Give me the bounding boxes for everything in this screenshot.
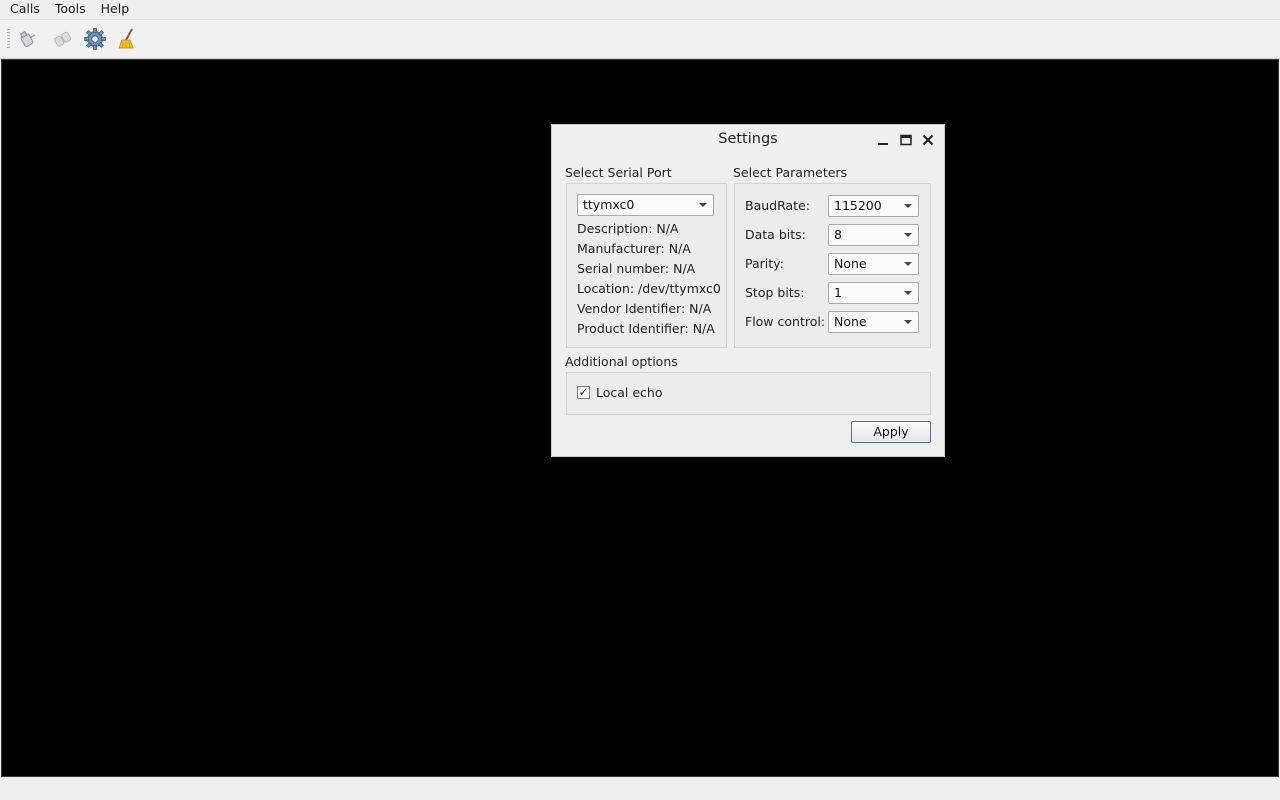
parity-label: Parity: xyxy=(745,256,784,271)
maximize-button[interactable] xyxy=(898,132,914,148)
port-description: Description: N/A xyxy=(577,221,679,236)
menu-help[interactable]: Help xyxy=(96,0,135,18)
toolbar-grip[interactable] xyxy=(7,29,10,49)
data-bits-select[interactable]: 8 xyxy=(828,224,919,246)
baudrate-label: BaudRate: xyxy=(745,198,810,213)
close-button[interactable] xyxy=(920,132,936,148)
chevron-down-icon xyxy=(904,262,912,266)
clear-button[interactable] xyxy=(114,25,142,53)
disconnect-icon xyxy=(54,31,72,47)
menu-tools[interactable]: Tools xyxy=(50,0,91,18)
port-product-id: Product Identifier: N/A xyxy=(577,321,715,336)
parity-select[interactable]: None xyxy=(828,253,919,275)
port-location: Location: /dev/ttymxc0 xyxy=(577,281,721,296)
serial-port-select-value: ttymxc0 xyxy=(583,197,635,212)
parity-value: None xyxy=(834,256,867,271)
flow-control-value: None xyxy=(834,314,867,329)
chevron-down-icon xyxy=(904,320,912,324)
data-bits-value: 8 xyxy=(834,227,842,242)
parameters-group-label: Select Parameters xyxy=(733,165,848,180)
stop-bits-label: Stop bits: xyxy=(745,285,805,300)
port-vendor-id: Vendor Identifier: N/A xyxy=(577,301,712,316)
local-echo-checkbox[interactable]: ✓ xyxy=(577,386,590,399)
clear-broom-icon xyxy=(118,28,134,49)
port-manufacturer: Manufacturer: N/A xyxy=(577,241,691,256)
local-echo-label[interactable]: Local echo xyxy=(596,385,663,400)
chevron-down-icon xyxy=(904,291,912,295)
baudrate-value: 115200 xyxy=(834,198,882,213)
maximize-icon xyxy=(900,134,912,146)
menu-bar: Calls Tools Help xyxy=(0,0,1280,18)
menu-calls[interactable]: Calls xyxy=(5,0,45,18)
connect-icon xyxy=(19,30,36,47)
settings-button[interactable] xyxy=(81,25,109,53)
toolbar xyxy=(0,19,1280,59)
chevron-down-icon xyxy=(904,204,912,208)
additional-options-label: Additional options xyxy=(565,354,678,369)
status-bar xyxy=(0,778,1280,800)
close-icon xyxy=(922,134,934,146)
minimize-icon xyxy=(878,143,888,145)
serial-port-select[interactable]: ttymxc0 xyxy=(577,194,714,216)
flow-control-select[interactable]: None xyxy=(828,311,919,333)
serial-port-group-label: Select Serial Port xyxy=(565,165,672,180)
baudrate-select[interactable]: 115200 xyxy=(828,195,919,217)
apply-button[interactable]: Apply xyxy=(851,421,931,443)
stop-bits-value: 1 xyxy=(834,285,842,300)
settings-gear-icon xyxy=(84,28,106,50)
connect-button[interactable] xyxy=(14,25,42,53)
flow-control-label: Flow control: xyxy=(745,314,826,329)
chevron-down-icon xyxy=(699,203,707,207)
chevron-down-icon xyxy=(904,233,912,237)
port-serial-number: Serial number: N/A xyxy=(577,261,696,276)
disconnect-button[interactable] xyxy=(48,25,76,53)
stop-bits-select[interactable]: 1 xyxy=(828,282,919,304)
data-bits-label: Data bits: xyxy=(745,227,806,242)
minimize-button[interactable] xyxy=(875,132,891,148)
